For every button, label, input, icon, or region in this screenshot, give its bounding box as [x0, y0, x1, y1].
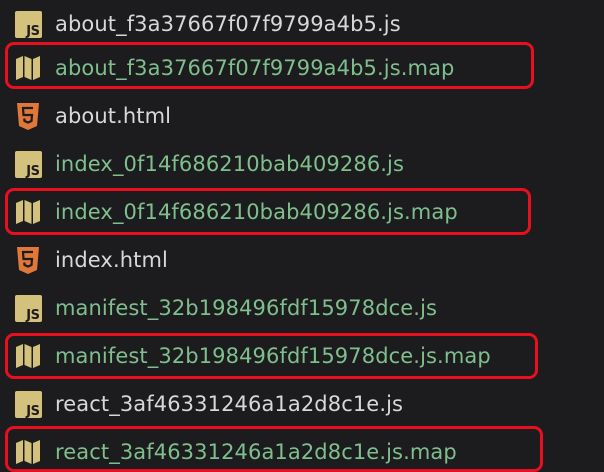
- js-file-icon: JS: [14, 294, 42, 323]
- file-name: react_3af46331246a1a2d8c1e.js: [55, 392, 404, 416]
- js-file-icon: JS: [14, 10, 42, 39]
- file-item-index-js[interactable]: JS index_0f14f686210bab409286.js: [0, 140, 604, 188]
- file-item-react-js-map[interactable]: react_3af46331246a1a2d8c1e.js.map: [0, 428, 604, 472]
- file-name: manifest_32b198496fdf15978dce.js.map: [55, 344, 491, 368]
- file-item-manifest-js-map[interactable]: manifest_32b198496fdf15978dce.js.map: [0, 332, 604, 380]
- file-item-index-js-map[interactable]: index_0f14f686210bab409286.js.map: [0, 188, 604, 236]
- file-name: about_f3a37667f07f9799a4b5.js: [55, 12, 401, 36]
- map-file-icon: [14, 438, 42, 466]
- file-item-manifest-js[interactable]: JS manifest_32b198496fdf15978dce.js: [0, 284, 604, 332]
- map-file-icon: [14, 198, 42, 226]
- html5-file-icon: [14, 102, 42, 130]
- file-name: index_0f14f686210bab409286.js.map: [55, 200, 458, 224]
- file-item-about-html[interactable]: about.html: [0, 92, 604, 140]
- file-name: react_3af46331246a1a2d8c1e.js.map: [55, 440, 457, 464]
- file-name: index.html: [55, 248, 168, 272]
- js-file-icon: JS: [14, 150, 42, 179]
- file-name: about_f3a37667f07f9799a4b5.js.map: [55, 56, 455, 80]
- file-name: about.html: [55, 104, 172, 128]
- map-file-icon: [14, 54, 42, 82]
- file-item-index-html[interactable]: index.html: [0, 236, 604, 284]
- map-file-icon: [14, 342, 42, 370]
- file-item-react-js[interactable]: JS react_3af46331246a1a2d8c1e.js: [0, 380, 604, 428]
- file-item-about-js-map[interactable]: about_f3a37667f07f9799a4b5.js.map: [0, 44, 604, 92]
- file-item-about-js[interactable]: JS about_f3a37667f07f9799a4b5.js: [0, 0, 604, 48]
- html5-file-icon: [14, 246, 42, 274]
- file-name: manifest_32b198496fdf15978dce.js: [55, 296, 438, 320]
- file-name: index_0f14f686210bab409286.js: [55, 152, 405, 176]
- js-file-icon: JS: [14, 390, 42, 419]
- file-list: JS about_f3a37667f07f9799a4b5.js about_f…: [0, 0, 604, 472]
